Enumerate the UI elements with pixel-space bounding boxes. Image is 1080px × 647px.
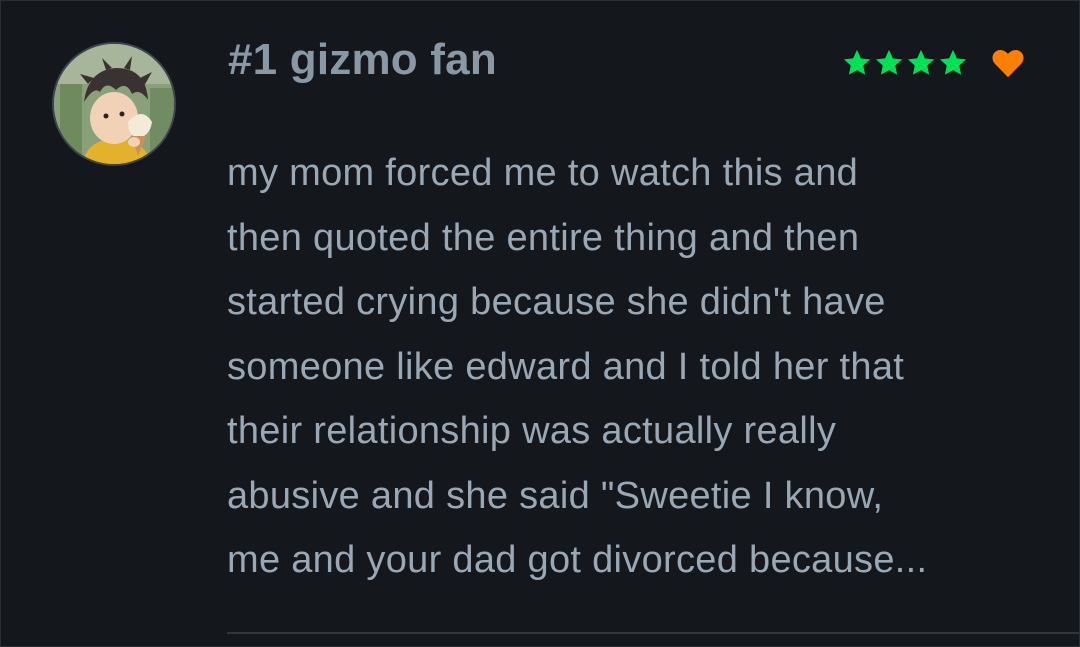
- review-line: me and your dad got divorced because...: [227, 539, 928, 581]
- review-line: then quoted the entire thing and then: [227, 216, 860, 259]
- review-line: someone like edward and I told her that: [227, 345, 905, 388]
- review-line: abusive and she said "Sweetie I know,: [227, 474, 884, 517]
- avatar-image: [54, 44, 174, 164]
- star-icon: [907, 49, 935, 75]
- star-icon: [939, 49, 967, 75]
- review-card: #1 gizmo fan my mom forced me to watch t…: [0, 0, 1080, 647]
- review-line: started crying because she didn't have: [227, 281, 886, 323]
- heart-icon: [992, 49, 1024, 78]
- star-icon: [843, 49, 871, 75]
- review-line: their relationship was actually really: [227, 410, 837, 452]
- divider: [227, 632, 1079, 634]
- review-text[interactable]: my mom forced me to watch this and then …: [227, 141, 1047, 593]
- username[interactable]: #1 gizmo fan: [228, 35, 497, 85]
- review-line: my mom forced me to watch this and: [227, 152, 859, 194]
- avatar[interactable]: [52, 42, 176, 166]
- star-icon: [875, 49, 903, 75]
- rating: [841, 43, 1025, 83]
